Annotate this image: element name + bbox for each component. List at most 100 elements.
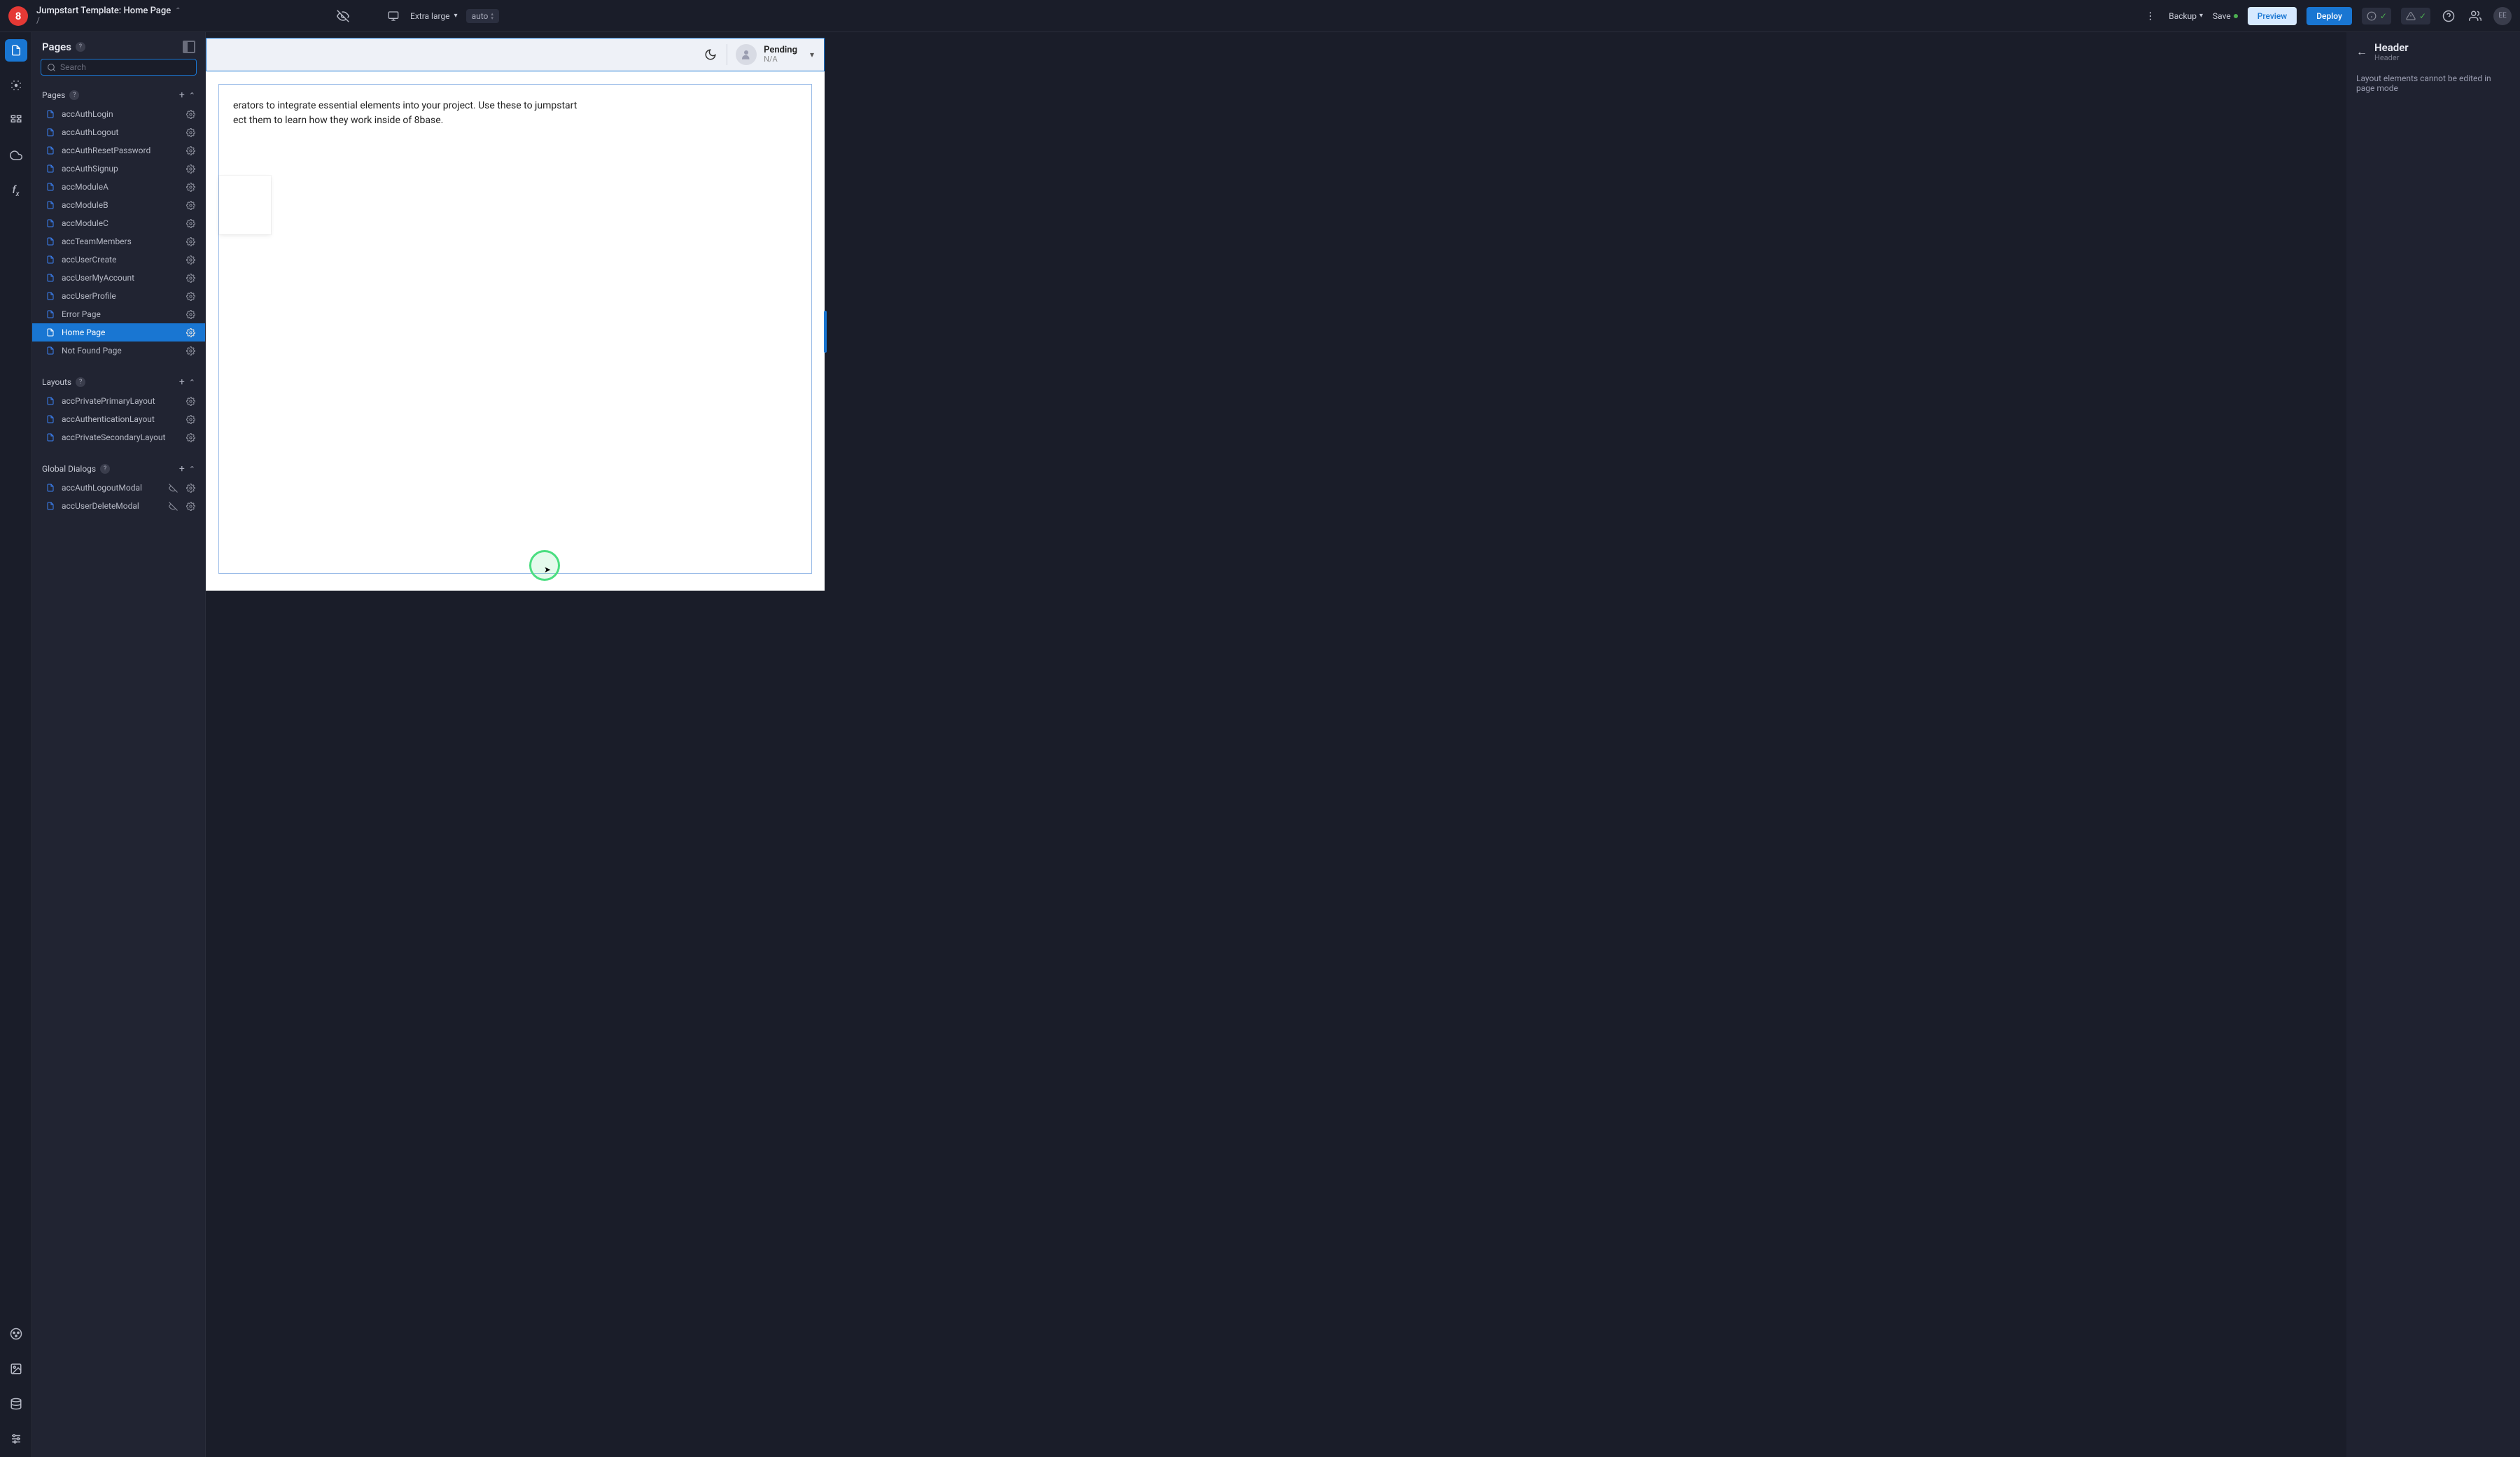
gear-icon[interactable]	[186, 146, 195, 155]
rail-cloud-icon[interactable]	[5, 144, 27, 167]
layout-item[interactable]: accPrivateSecondaryLayout	[32, 428, 205, 446]
file-icon	[46, 346, 56, 355]
gear-icon[interactable]	[186, 310, 195, 319]
backup-button[interactable]: Backup ▾	[2169, 11, 2203, 21]
gear-icon[interactable]	[186, 502, 195, 511]
gear-icon[interactable]	[186, 110, 195, 119]
content-container[interactable]: erators to integrate essential elements …	[218, 84, 812, 574]
gear-icon[interactable]	[186, 397, 195, 406]
title-caret-icon: ⌃	[175, 7, 181, 15]
add-dialog-icon[interactable]: +	[179, 463, 185, 474]
rail-theme-icon[interactable]	[5, 1323, 27, 1345]
user-avatar[interactable]: EE	[2493, 7, 2512, 25]
dialog-item[interactable]: accAuthLogoutModal	[32, 479, 205, 497]
gear-icon[interactable]	[186, 415, 195, 424]
gear-icon[interactable]	[186, 128, 195, 137]
page-item[interactable]: accModuleC	[32, 214, 205, 232]
page-item[interactable]: Not Found Page	[32, 342, 205, 360]
gear-icon[interactable]	[186, 255, 195, 265]
user-status-chip[interactable]: Pending N/A ▾	[736, 44, 814, 65]
rail-data-icon[interactable]	[5, 1393, 27, 1415]
gear-icon[interactable]	[186, 274, 195, 283]
gear-icon[interactable]	[186, 484, 195, 493]
gear-icon[interactable]	[186, 328, 195, 337]
page-item[interactable]: accTeamMembers	[32, 232, 205, 251]
viewport-size-dropdown[interactable]: Extra large ▾	[410, 11, 458, 21]
page-item[interactable]: accAuthLogin	[32, 105, 205, 123]
preview-button[interactable]: Preview	[2248, 7, 2297, 25]
visibility-off-icon[interactable]	[169, 502, 178, 511]
layout-item[interactable]: accPrivatePrimaryLayout	[32, 392, 205, 410]
rail-settings-icon[interactable]	[5, 1428, 27, 1450]
visibility-off-icon[interactable]	[335, 8, 351, 24]
gear-icon[interactable]	[186, 183, 195, 192]
help-icon[interactable]: ?	[69, 90, 79, 100]
canvas-header[interactable]: Pending N/A ▾	[206, 38, 825, 71]
viewport-controls: Extra large ▾ auto ▴▾	[329, 8, 505, 24]
page-item[interactable]: accModuleA	[32, 178, 205, 196]
dark-mode-toggle-icon[interactable]	[703, 47, 718, 62]
help-icon[interactable]: ?	[100, 464, 110, 474]
file-icon	[46, 397, 56, 405]
zoom-auto-control[interactable]: auto ▴▾	[466, 9, 499, 23]
help-icon[interactable]	[2440, 8, 2457, 24]
page-item-label: accUserCreate	[62, 255, 181, 265]
canvas-body[interactable]: erators to integrate essential elements …	[206, 71, 825, 586]
page-item[interactable]: accUserMyAccount	[32, 269, 205, 287]
gear-icon[interactable]	[186, 346, 195, 356]
status-info-pill[interactable]: ✓	[2362, 8, 2391, 24]
page-item[interactable]: accModuleB	[32, 196, 205, 214]
search-input[interactable]	[60, 62, 190, 72]
collapse-icon[interactable]: ⌃	[189, 378, 195, 387]
panel-layout-icon[interactable]	[183, 41, 195, 53]
rail-components-icon[interactable]	[5, 109, 27, 132]
dialog-item[interactable]: accUserDeleteModal	[32, 497, 205, 515]
page-item-label: Not Found Page	[62, 346, 181, 356]
rail-state-icon[interactable]	[5, 74, 27, 97]
page-item[interactable]: Error Page	[32, 305, 205, 323]
user-status-label: Pending	[764, 45, 797, 55]
help-icon[interactable]: ?	[76, 377, 85, 387]
layout-item[interactable]: accAuthenticationLayout	[32, 410, 205, 428]
gear-icon[interactable]	[186, 237, 195, 246]
save-button[interactable]: Save	[2213, 11, 2238, 21]
page-item[interactable]: accAuthResetPassword	[32, 141, 205, 160]
add-layout-icon[interactable]: +	[179, 376, 185, 388]
content-text: erators to integrate essential elements …	[233, 99, 597, 128]
gear-icon[interactable]	[186, 201, 195, 210]
gear-icon[interactable]	[186, 433, 195, 442]
deploy-button[interactable]: Deploy	[2306, 7, 2352, 25]
canvas-page[interactable]: Pending N/A ▾ erators to integrate essen…	[206, 38, 825, 591]
status-warning-pill[interactable]: ✓	[2401, 8, 2430, 24]
rail-functions-icon[interactable]: fx	[5, 179, 27, 202]
gear-icon[interactable]	[186, 164, 195, 174]
monitor-icon[interactable]	[385, 8, 402, 24]
gear-icon[interactable]	[186, 292, 195, 301]
canvas-zone[interactable]: Pending N/A ▾ erators to integrate essen…	[206, 32, 2346, 1457]
page-item[interactable]: accUserCreate	[32, 251, 205, 269]
add-page-icon[interactable]: +	[179, 90, 185, 101]
chevron-down-icon: ▾	[454, 12, 458, 20]
layout-item-label: accPrivatePrimaryLayout	[62, 396, 181, 406]
rail-assets-icon[interactable]	[5, 1358, 27, 1380]
page-item[interactable]: Home Page	[32, 323, 205, 342]
back-arrow-icon[interactable]: ←	[2356, 45, 2367, 59]
page-title-block[interactable]: Jumpstart Template: Home Page ⌃ /	[36, 6, 181, 25]
collapse-icon[interactable]: ⌃	[189, 465, 195, 474]
search-input-wrapper[interactable]	[41, 59, 197, 76]
more-vertical-icon[interactable]	[2142, 8, 2159, 24]
section-header-dialogs: Global Dialogs ? + ⌃	[32, 456, 205, 479]
share-users-icon[interactable]	[2467, 8, 2484, 24]
save-status-dot-icon	[2234, 14, 2238, 18]
resize-handle[interactable]	[824, 311, 827, 353]
visibility-off-icon[interactable]	[169, 484, 178, 493]
page-item[interactable]: accAuthLogout	[32, 123, 205, 141]
page-item[interactable]: accUserProfile	[32, 287, 205, 305]
brand-logo[interactable]: 8	[8, 6, 28, 26]
page-item[interactable]: accAuthSignup	[32, 160, 205, 178]
collapse-icon[interactable]: ⌃	[189, 91, 195, 100]
help-icon[interactable]: ?	[76, 42, 85, 52]
rail-pages-icon[interactable]	[5, 39, 27, 62]
gear-icon[interactable]	[186, 219, 195, 228]
card-placeholder[interactable]	[219, 176, 271, 234]
